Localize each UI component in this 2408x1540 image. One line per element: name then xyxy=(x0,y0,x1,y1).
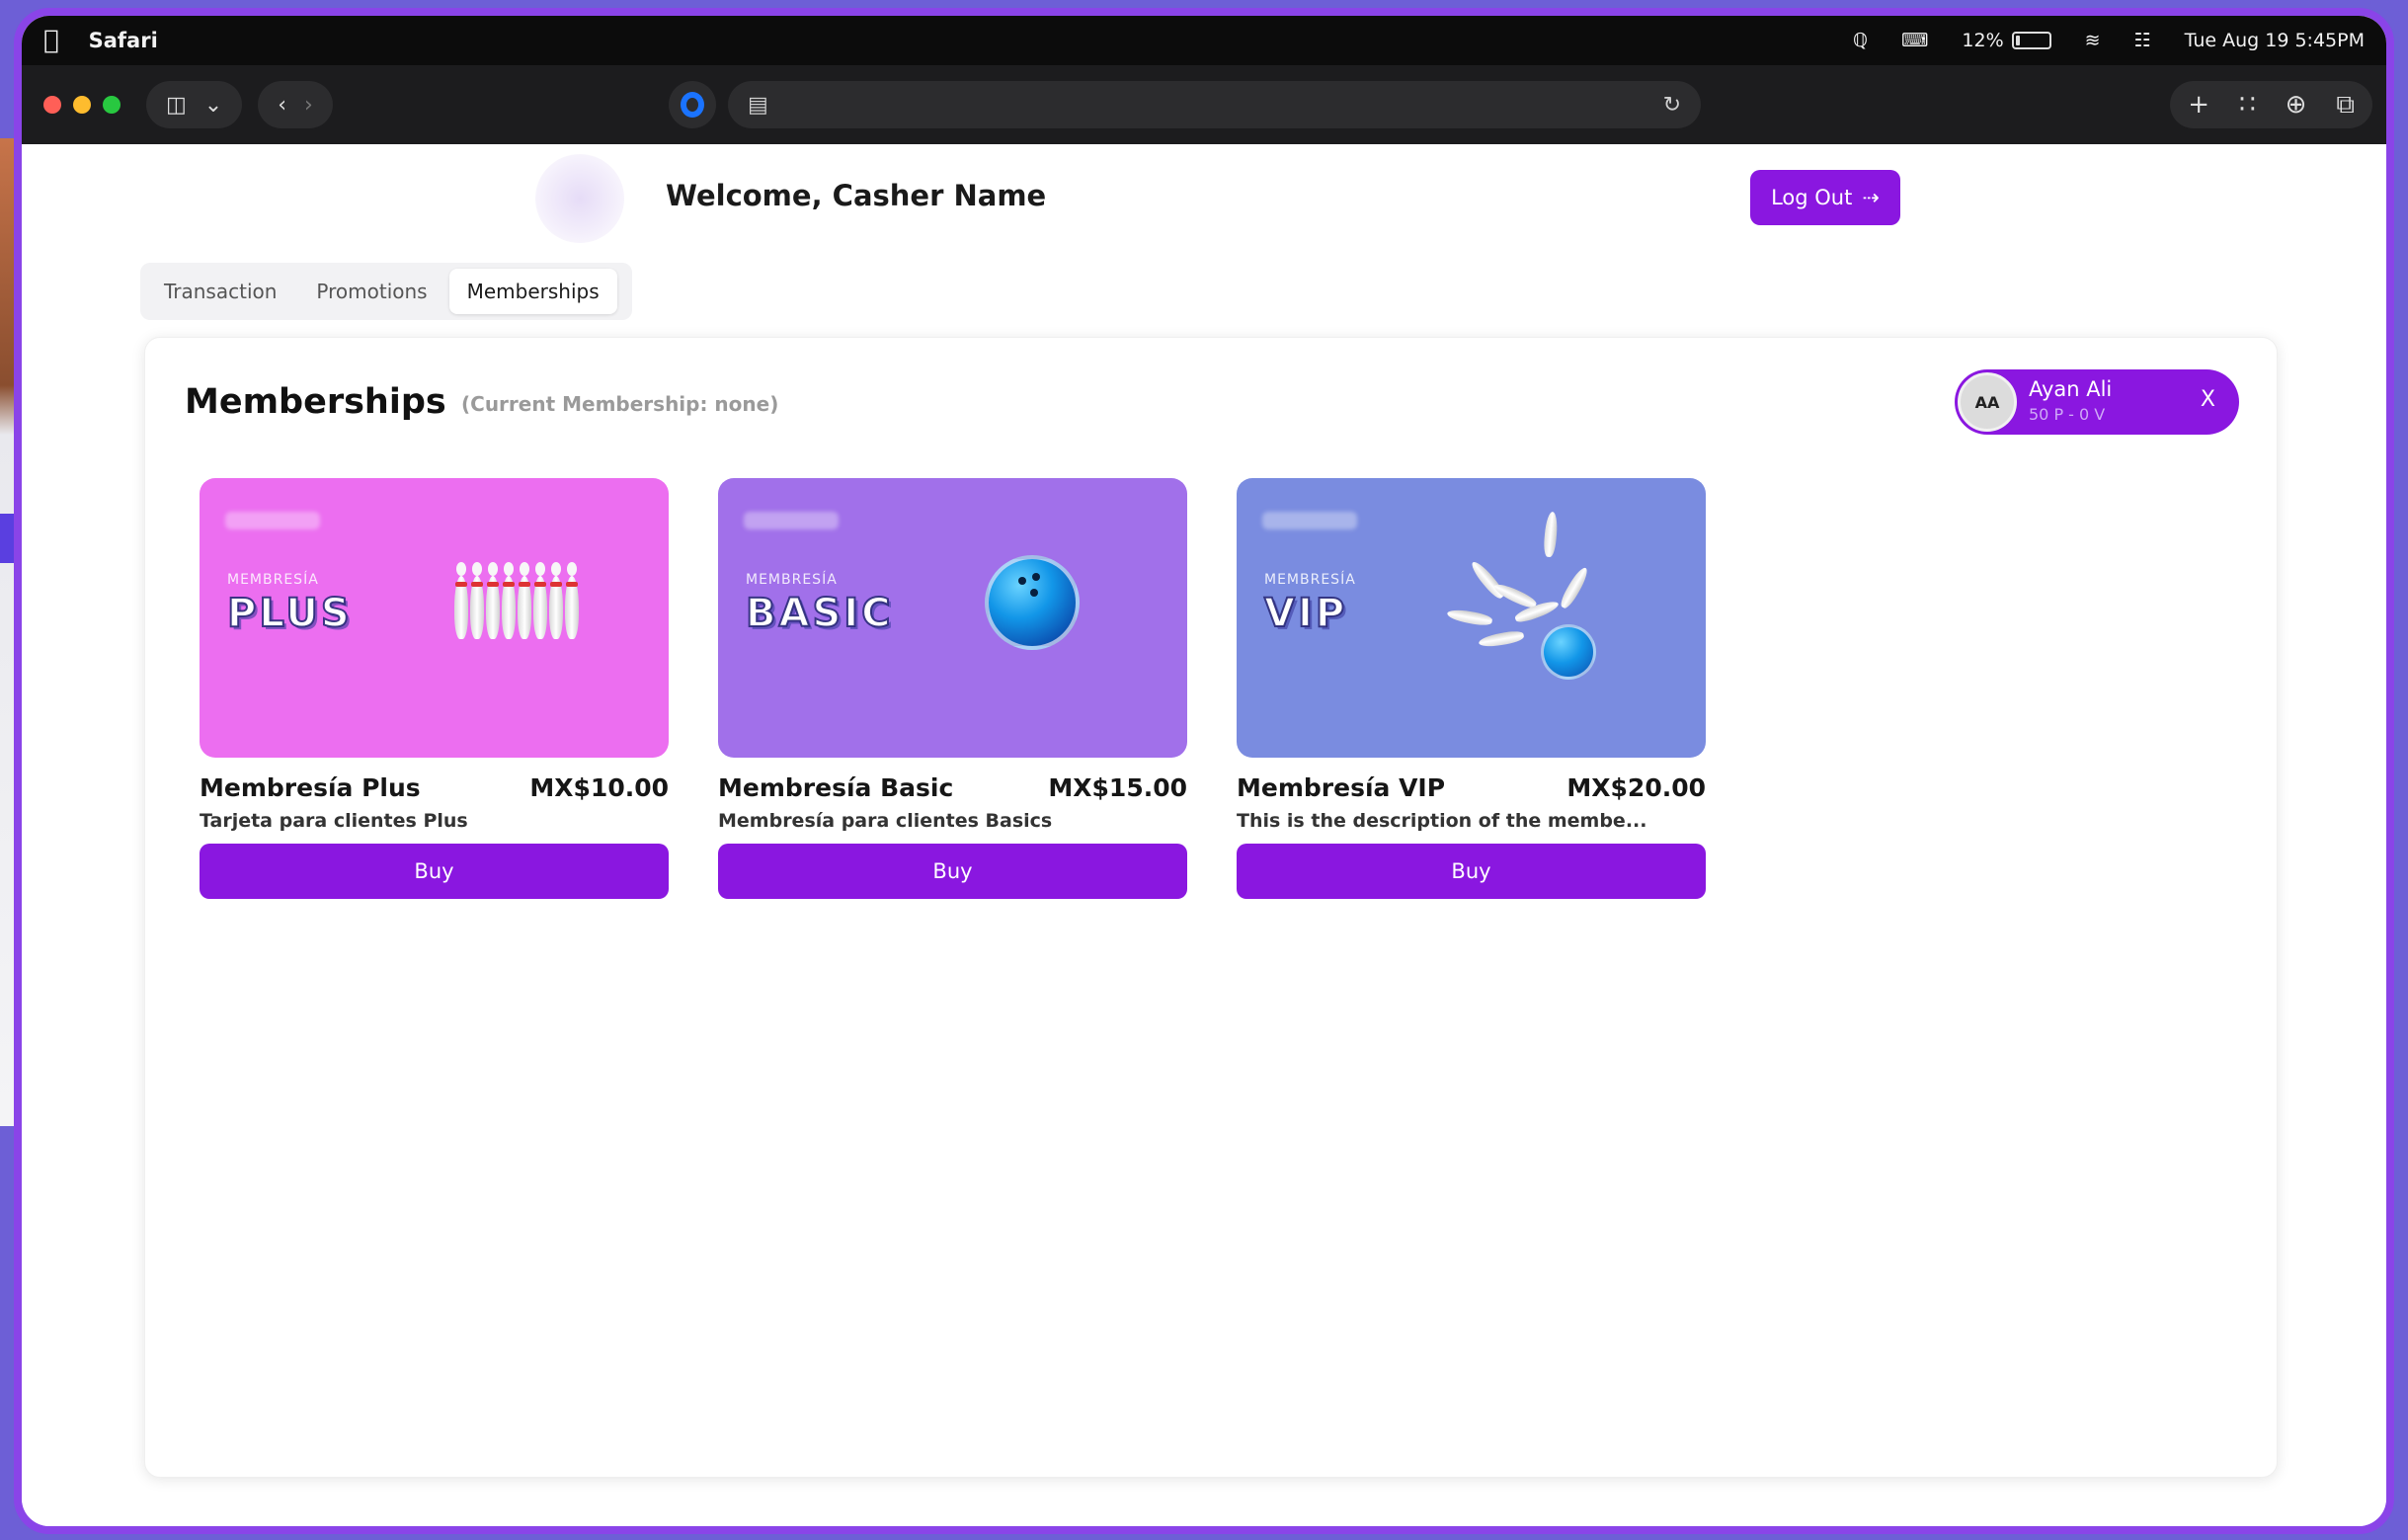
current-membership: (Current Membership: none) xyxy=(461,392,779,416)
membership-image: MEMBRESÍA PLUS xyxy=(200,478,669,758)
battery-indicator[interactable]: 12% xyxy=(1962,30,2051,51)
back-icon[interactable]: ‹ xyxy=(278,93,286,118)
web-page: Welcome, Casher Name Log Out ⇢ Transacti… xyxy=(22,144,2386,1526)
membership-description: Membresía para clientes Basics xyxy=(718,810,1053,832)
grid-icon[interactable]: ∷ xyxy=(2239,90,2256,120)
membership-word: PLUS xyxy=(226,590,353,637)
extension-icon[interactable] xyxy=(669,81,716,128)
blurred-brand xyxy=(225,512,320,529)
membership-word: BASIC xyxy=(745,590,894,637)
wifi-icon[interactable]: ≋ xyxy=(2085,30,2101,51)
status-area: ℚ ⌨ 12% ≋ ☷ Tue Aug 19 5:45PM xyxy=(1853,30,2365,51)
membership-price: MX$10.00 xyxy=(529,773,669,802)
safari-toolbar: ◫ ⌄ ‹ › ▤ ↻ + ∷ ⊕ ⧉ xyxy=(22,65,2386,144)
membership-name-row: Membresía VIP MX$20.00 xyxy=(1237,773,1706,802)
membership-name-row: Membresía Plus MX$10.00 xyxy=(200,773,669,802)
minimize-window-button[interactable] xyxy=(73,96,91,114)
apple-icon[interactable]:  xyxy=(43,26,59,55)
blurred-brand xyxy=(744,512,839,529)
main-tabs: Transaction Promotions Memberships xyxy=(140,263,632,320)
store-logo xyxy=(535,154,624,243)
memberships-panel: Memberships (Current Membership: none) A… xyxy=(144,337,2278,1478)
tab-transaction[interactable]: Transaction xyxy=(146,269,294,314)
customer-name: Ayan Ali xyxy=(2029,377,2113,401)
membership-price: MX$20.00 xyxy=(1566,773,1706,802)
control-center-icon[interactable]: ☷ xyxy=(2134,30,2151,51)
reload-icon[interactable]: ↻ xyxy=(1663,93,1681,118)
safari-window:  Safari ℚ ⌨ 12% ≋ ☷ Tue Aug 19 5:45PM ◫… xyxy=(14,8,2394,1534)
buy-basic-button[interactable]: Buy xyxy=(718,844,1187,899)
remove-customer-button[interactable]: X xyxy=(2201,387,2215,412)
customer-stats: 50 P - 0 V xyxy=(2029,405,2106,424)
keyboard-icon[interactable]: ⌨ xyxy=(1901,30,1928,51)
buy-vip-button[interactable]: Buy xyxy=(1237,844,1706,899)
bowling-pins-icon xyxy=(454,562,579,639)
blurred-brand xyxy=(1262,512,1357,529)
membership-card-basic: MEMBRESÍA BASIC Membresía Basic MX$15.00… xyxy=(718,478,1187,899)
membership-price: MX$15.00 xyxy=(1048,773,1187,802)
macos-menu-bar:  Safari ℚ ⌨ 12% ≋ ☷ Tue Aug 19 5:45PM xyxy=(22,16,2386,65)
membership-word: VIP xyxy=(1263,590,1348,637)
membership-name: Membresía Basic xyxy=(718,773,954,802)
chevron-down-icon: ⌄ xyxy=(203,92,223,118)
battery-icon xyxy=(2011,32,2051,49)
figma-icon[interactable]: ℚ xyxy=(1853,30,1868,51)
logout-icon: ⇢ xyxy=(1862,186,1880,209)
membership-tag: MEMBRESÍA xyxy=(746,572,838,588)
sidebar-toggle-button[interactable]: ◫ ⌄ xyxy=(146,81,243,128)
avatar: AA xyxy=(1958,372,2017,432)
membership-description: Tarjeta para clientes Plus xyxy=(200,810,468,832)
tab-memberships[interactable]: Memberships xyxy=(448,269,617,314)
sidebar-icon: ◫ xyxy=(166,92,187,118)
membership-card-vip: MEMBRESÍA VIP Membresía VIP MX$20.00 Thi… xyxy=(1237,478,1706,899)
membership-tag: MEMBRESÍA xyxy=(1264,572,1356,588)
memberships-title: Memberships xyxy=(185,382,446,422)
clock[interactable]: Tue Aug 19 5:45PM xyxy=(2185,30,2365,51)
close-window-button[interactable] xyxy=(43,96,61,114)
downloads-icon[interactable]: ⊕ xyxy=(2286,90,2307,120)
logout-button[interactable]: Log Out ⇢ xyxy=(1750,170,1900,225)
buy-plus-button[interactable]: Buy xyxy=(200,844,669,899)
battery-fill xyxy=(2015,36,2020,45)
window-controls xyxy=(43,96,120,114)
membership-name: Membresía Plus xyxy=(200,773,421,802)
membership-tag: MEMBRESÍA xyxy=(227,572,319,588)
navigation-buttons: ‹ › xyxy=(258,81,333,128)
membership-name: Membresía VIP xyxy=(1237,773,1446,802)
membership-image: MEMBRESÍA BASIC xyxy=(718,478,1187,758)
bowling-ball-icon xyxy=(1541,624,1596,680)
zoom-window-button[interactable] xyxy=(103,96,120,114)
membership-image: MEMBRESÍA VIP xyxy=(1237,478,1706,758)
app-name[interactable]: Safari xyxy=(89,29,158,52)
battery-percent: 12% xyxy=(1962,30,2004,51)
membership-description: This is the description of the membe... xyxy=(1237,810,1647,832)
tabs-overview-icon[interactable]: ⧉ xyxy=(2336,90,2355,121)
forward-icon[interactable]: › xyxy=(304,93,313,118)
bowling-ball-icon xyxy=(985,555,1080,650)
welcome-heading: Welcome, Casher Name xyxy=(666,179,1047,212)
page-menu-icon[interactable]: ▤ xyxy=(748,93,768,118)
new-tab-icon[interactable]: + xyxy=(2188,90,2209,120)
membership-card-plus: MEMBRESÍA PLUS Membresía Plus MX$10.00 T… xyxy=(200,478,669,899)
tab-promotions[interactable]: Promotions xyxy=(298,269,444,314)
logout-label: Log Out xyxy=(1771,186,1853,209)
customer-chip[interactable]: AA Ayan Ali 50 P - 0 V X xyxy=(1955,369,2239,435)
toolbar-right-buttons: + ∷ ⊕ ⧉ xyxy=(2170,81,2372,128)
membership-name-row: Membresía Basic MX$15.00 xyxy=(718,773,1187,802)
address-bar[interactable]: ▤ ↻ xyxy=(728,81,1701,128)
